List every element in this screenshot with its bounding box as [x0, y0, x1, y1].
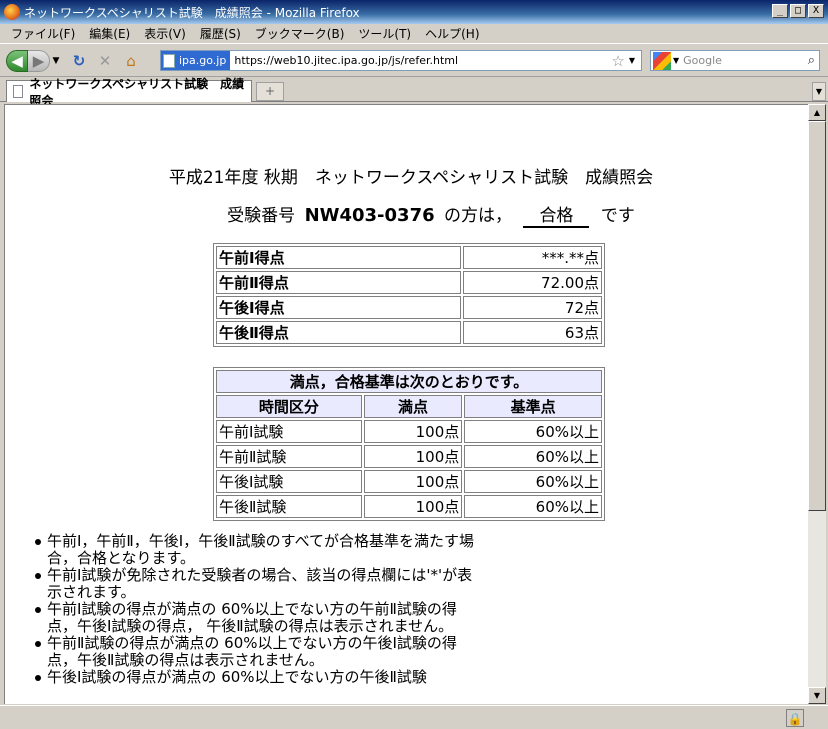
result-value: 合格 [523, 201, 590, 228]
result-suffix: です [600, 206, 635, 226]
url-text[interactable]: https://web10.jitec.ipa.go.jp/js/refer.h… [230, 54, 611, 67]
exam-number-label: 受験番号 [227, 206, 296, 226]
score-table: 午前Ⅰ得点 ***.**点 午前Ⅱ得点 72.00点 午後Ⅰ得点 72点 午後Ⅱ得点 6… [213, 243, 605, 347]
browser-window: ネットワークスペシャリスト試験 成績照会 - Mozilla Firefox _… [0, 0, 828, 729]
page-content: 平成21年度 秋期 ネットワークスペシャリスト試験 成績照会 受験番号 NW40… [4, 104, 808, 704]
table-row: 午前Ⅰ得点 ***.**点 [216, 246, 602, 269]
list-item: 午前Ⅰ，午前Ⅱ，午後Ⅰ，午後Ⅱ試験のすべてが合格基準を満たす場合，合格となります… [33, 533, 483, 567]
table-cell: 60%以上 [464, 495, 602, 518]
score-value: 72.00点 [463, 271, 602, 294]
scroll-down-icon[interactable]: ▼ [808, 687, 826, 704]
notes-list: 午前Ⅰ，午前Ⅱ，午後Ⅰ，午後Ⅱ試験のすべてが合格基準を満たす場合，合格となります… [33, 533, 483, 686]
menu-tools[interactable]: ツール(T) [351, 25, 418, 42]
table-cell: 100点 [363, 495, 463, 518]
list-item: 午前Ⅰ試験が免除された受験者の場合、該当の得点欄には'*'が表示されます。 [33, 567, 483, 601]
status-bar: 🔒 [0, 705, 828, 729]
list-item: 午後Ⅰ試験の得点が満点の 60%以上でない方の午後Ⅱ試験 [33, 669, 483, 686]
table-row: 午後Ⅱ得点 63点 [216, 321, 602, 344]
tab-bar: ネットワークスペシャリスト試験 成績照会 + ▼ [0, 77, 828, 108]
score-label: 午後Ⅱ得点 [216, 321, 461, 344]
title-bar: ネットワークスペシャリスト試験 成績照会 - Mozilla Firefox _… [0, 0, 828, 24]
list-item: 午前Ⅰ試験の得点が満点の 60%以上でない方の午前Ⅱ試験の得点，午後Ⅰ試験の得点… [33, 601, 483, 635]
stop-icon[interactable]: ✕ [94, 50, 116, 72]
score-label: 午前Ⅱ得点 [216, 271, 461, 294]
url-dropdown-icon[interactable]: ▼ [629, 56, 635, 65]
table-row: 午後Ⅰ試験 100点 60%以上 [216, 470, 602, 493]
address-bar[interactable]: ipa.go.jp https://web10.jitec.ipa.go.jp/… [160, 50, 642, 71]
menu-help[interactable]: ヘルプ(H) [418, 25, 486, 42]
score-label: 午前Ⅰ得点 [216, 246, 461, 269]
score-label: 午後Ⅰ得点 [216, 296, 461, 319]
page-icon [163, 53, 175, 68]
new-tab-button[interactable]: + [256, 82, 284, 101]
table-row: 午後Ⅰ得点 72点 [216, 296, 602, 319]
table-cell: 60%以上 [464, 470, 602, 493]
google-icon[interactable] [653, 51, 671, 70]
criteria-caption: 満点，合格基準は次のとおりです。 [216, 370, 602, 393]
result-line: 受験番号 NW403-0376 の方は， 合格 です [5, 201, 808, 228]
table-row: 午前Ⅱ得点 72.00点 [216, 271, 602, 294]
column-header: 基準点 [464, 395, 602, 418]
site-identity-badge[interactable]: ipa.go.jp [161, 51, 231, 70]
maximize-button[interactable]: □ [790, 4, 806, 18]
page-icon [13, 85, 24, 98]
menu-bookmarks[interactable]: ブックマーク(B) [248, 25, 352, 42]
exam-number: NW403-0376 [304, 205, 435, 226]
criteria-table: 満点，合格基準は次のとおりです。 時間区分 満点 基準点 午前Ⅰ試験 100点 60… [213, 367, 605, 521]
table-row: 午前Ⅱ試験 100点 60%以上 [216, 445, 602, 468]
home-icon[interactable]: ⌂ [120, 50, 142, 72]
table-cell: 60%以上 [464, 420, 602, 443]
search-bar[interactable]: ▼ Google ⌕ [650, 50, 820, 71]
table-cell: 午後Ⅰ試験 [216, 470, 362, 493]
table-cell: 午前Ⅱ試験 [216, 445, 362, 468]
page-title: 平成21年度 秋期 ネットワークスペシャリスト試験 成績照会 [168, 168, 654, 188]
back-button[interactable]: ◀ [6, 49, 28, 72]
score-value: ***.**点 [463, 246, 602, 269]
vertical-scrollbar[interactable]: ▲ ▼ [808, 104, 826, 704]
site-badge-label: ipa.go.jp [179, 54, 227, 67]
column-header: 満点 [363, 395, 463, 418]
window-title: ネットワークスペシャリスト試験 成績照会 - Mozilla Firefox [24, 5, 360, 20]
menu-edit[interactable]: 編集(E) [82, 25, 137, 42]
forward-button[interactable]: ▶ [28, 49, 50, 72]
tab-list-icon[interactable]: ▼ [812, 82, 826, 101]
search-engine-dropdown-icon[interactable]: ▼ [673, 56, 679, 65]
table-row: 午前Ⅰ試験 100点 60%以上 [216, 420, 602, 443]
close-button[interactable]: X [808, 4, 824, 18]
table-cell: 60%以上 [464, 445, 602, 468]
menu-bar: ファイル(F) 編集(E) 表示(V) 履歴(S) ブックマーク(B) ツール(… [0, 24, 828, 44]
lock-icon[interactable]: 🔒 [786, 709, 804, 727]
table-header-row: 時間区分 満点 基準点 [216, 395, 602, 418]
tab-active[interactable]: ネットワークスペシャリスト試験 成績照会 [6, 77, 252, 108]
history-dropdown-icon[interactable]: ▼ [50, 50, 62, 72]
table-row: 満点，合格基準は次のとおりです。 [216, 370, 602, 393]
result-mid: の方は， [444, 206, 513, 226]
firefox-icon [4, 4, 20, 20]
table-cell: 100点 [363, 470, 463, 493]
column-header: 時間区分 [216, 395, 362, 418]
menu-view[interactable]: 表示(V) [137, 25, 193, 42]
search-icon[interactable]: ⌕ [808, 53, 815, 68]
menu-file[interactable]: ファイル(F) [4, 25, 82, 42]
scrollbar-thumb[interactable] [808, 121, 826, 511]
scroll-up-icon[interactable]: ▲ [808, 104, 826, 121]
table-cell: 100点 [363, 445, 463, 468]
reload-icon[interactable]: ↻ [68, 50, 90, 72]
table-cell: 100点 [363, 420, 463, 443]
table-row: 午後Ⅱ試験 100点 60%以上 [216, 495, 602, 518]
list-item: 午前Ⅱ試験の得点が満点の 60%以上でない方の午後Ⅰ試験の得点，午後Ⅱ試験の得点… [33, 635, 483, 669]
table-cell: 午前Ⅰ試験 [216, 420, 362, 443]
minimize-button[interactable]: _ [772, 4, 788, 18]
bookmark-star-icon[interactable]: ☆ [611, 52, 624, 70]
table-cell: 午後Ⅱ試験 [216, 495, 362, 518]
menu-history[interactable]: 履歴(S) [193, 25, 248, 42]
score-value: 72点 [463, 296, 602, 319]
search-input[interactable]: Google [683, 54, 808, 67]
score-value: 63点 [463, 321, 602, 344]
